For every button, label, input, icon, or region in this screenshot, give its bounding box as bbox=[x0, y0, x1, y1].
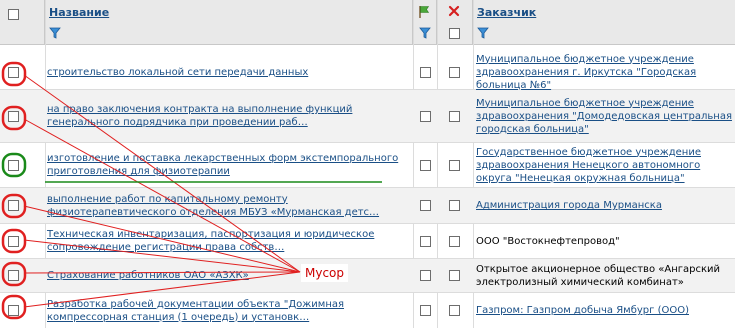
row-select-checkbox[interactable] bbox=[8, 200, 19, 211]
funnel-icon[interactable] bbox=[419, 27, 431, 39]
customer-link[interactable]: Муниципальное бюджетное учреждение здрав… bbox=[476, 97, 735, 136]
row-select-checkbox[interactable] bbox=[8, 111, 19, 122]
column-header-name[interactable]: Название bbox=[49, 6, 109, 19]
row-flag-checkbox[interactable] bbox=[420, 160, 431, 171]
customer-link[interactable]: Администрация города Мурманска bbox=[476, 199, 662, 212]
row-flag-checkbox[interactable] bbox=[420, 305, 431, 316]
customer-link[interactable]: Государственное бюджетное учреждение здр… bbox=[476, 146, 735, 185]
select-all-checkbox[interactable] bbox=[8, 9, 19, 20]
row-flag-checkbox[interactable] bbox=[420, 236, 431, 247]
row-select-checkbox[interactable] bbox=[8, 67, 19, 78]
row-delete-checkbox[interactable] bbox=[449, 111, 460, 122]
row-delete-checkbox[interactable] bbox=[449, 236, 460, 247]
column-header-customer[interactable]: Заказчик bbox=[477, 6, 536, 19]
tender-name-link[interactable]: изготовление и поставка лекарственных фо… bbox=[47, 152, 413, 178]
red-x-icon[interactable] bbox=[448, 5, 460, 17]
header-name-cell: Название bbox=[45, 0, 413, 44]
tenders-grid: Название Заказчик строительство локально… bbox=[0, 0, 735, 328]
header-customer-cell: Заказчик bbox=[473, 0, 735, 44]
customer-text: ООО "Востокнефтепровод" bbox=[476, 235, 620, 247]
row-select-checkbox[interactable] bbox=[8, 236, 19, 247]
customer-text: Открытое акционерное общество «Ангарский… bbox=[476, 263, 721, 288]
header-flag-cell bbox=[413, 0, 437, 44]
grid-header: Название Заказчик bbox=[0, 0, 735, 45]
tender-name-link[interactable]: Страхование работников ОАО «АЗХК» bbox=[47, 269, 249, 282]
delete-all-checkbox[interactable] bbox=[449, 28, 460, 39]
row-flag-checkbox[interactable] bbox=[420, 111, 431, 122]
funnel-icon[interactable] bbox=[49, 27, 61, 39]
row-flag-checkbox[interactable] bbox=[420, 200, 431, 211]
row-flag-checkbox[interactable] bbox=[420, 270, 431, 281]
customer-link[interactable]: Газпром: Газпром добыча Ямбург (ООО) bbox=[476, 304, 689, 317]
row-select-checkbox[interactable] bbox=[8, 270, 19, 281]
table-row: на право заключения контракта на выполне… bbox=[0, 90, 735, 143]
row-select-checkbox[interactable] bbox=[8, 305, 19, 316]
row-delete-checkbox[interactable] bbox=[449, 305, 460, 316]
row-delete-checkbox[interactable] bbox=[449, 160, 460, 171]
trash-annotation-label: Мусор bbox=[301, 264, 349, 282]
tender-name-link[interactable]: строительство локальной сети передачи да… bbox=[47, 66, 308, 79]
tender-name-link[interactable]: Техническая инвентаризация, паспортизаци… bbox=[47, 228, 413, 254]
tender-name-link[interactable]: выполнение работ по капитальному ремонту… bbox=[47, 193, 413, 219]
row-delete-checkbox[interactable] bbox=[449, 200, 460, 211]
customer-link[interactable]: Муниципальное бюджетное учреждение здрав… bbox=[476, 53, 735, 92]
table-row: Разработка рабочей документации объекта … bbox=[0, 293, 735, 328]
row-flag-checkbox[interactable] bbox=[420, 67, 431, 78]
green-flag-icon[interactable] bbox=[418, 5, 431, 18]
tender-name-link[interactable]: на право заключения контракта на выполне… bbox=[47, 103, 413, 129]
funnel-icon[interactable] bbox=[477, 27, 489, 39]
row-delete-checkbox[interactable] bbox=[449, 67, 460, 78]
table-row: Техническая инвентаризация, паспортизаци… bbox=[0, 224, 735, 259]
header-delete-cell bbox=[437, 0, 473, 44]
header-select-cell bbox=[0, 0, 45, 44]
table-row: изготовление и поставка лекарственных фо… bbox=[0, 143, 735, 188]
table-row: выполнение работ по капитальному ремонту… bbox=[0, 188, 735, 224]
table-row: Страхование работников ОАО «АЗХК» Открыт… bbox=[0, 259, 735, 293]
row-select-checkbox[interactable] bbox=[8, 160, 19, 171]
tender-name-link[interactable]: Разработка рабочей документации объекта … bbox=[47, 298, 413, 324]
table-row: строительство локальной сети передачи да… bbox=[0, 53, 735, 92]
row-delete-checkbox[interactable] bbox=[449, 270, 460, 281]
